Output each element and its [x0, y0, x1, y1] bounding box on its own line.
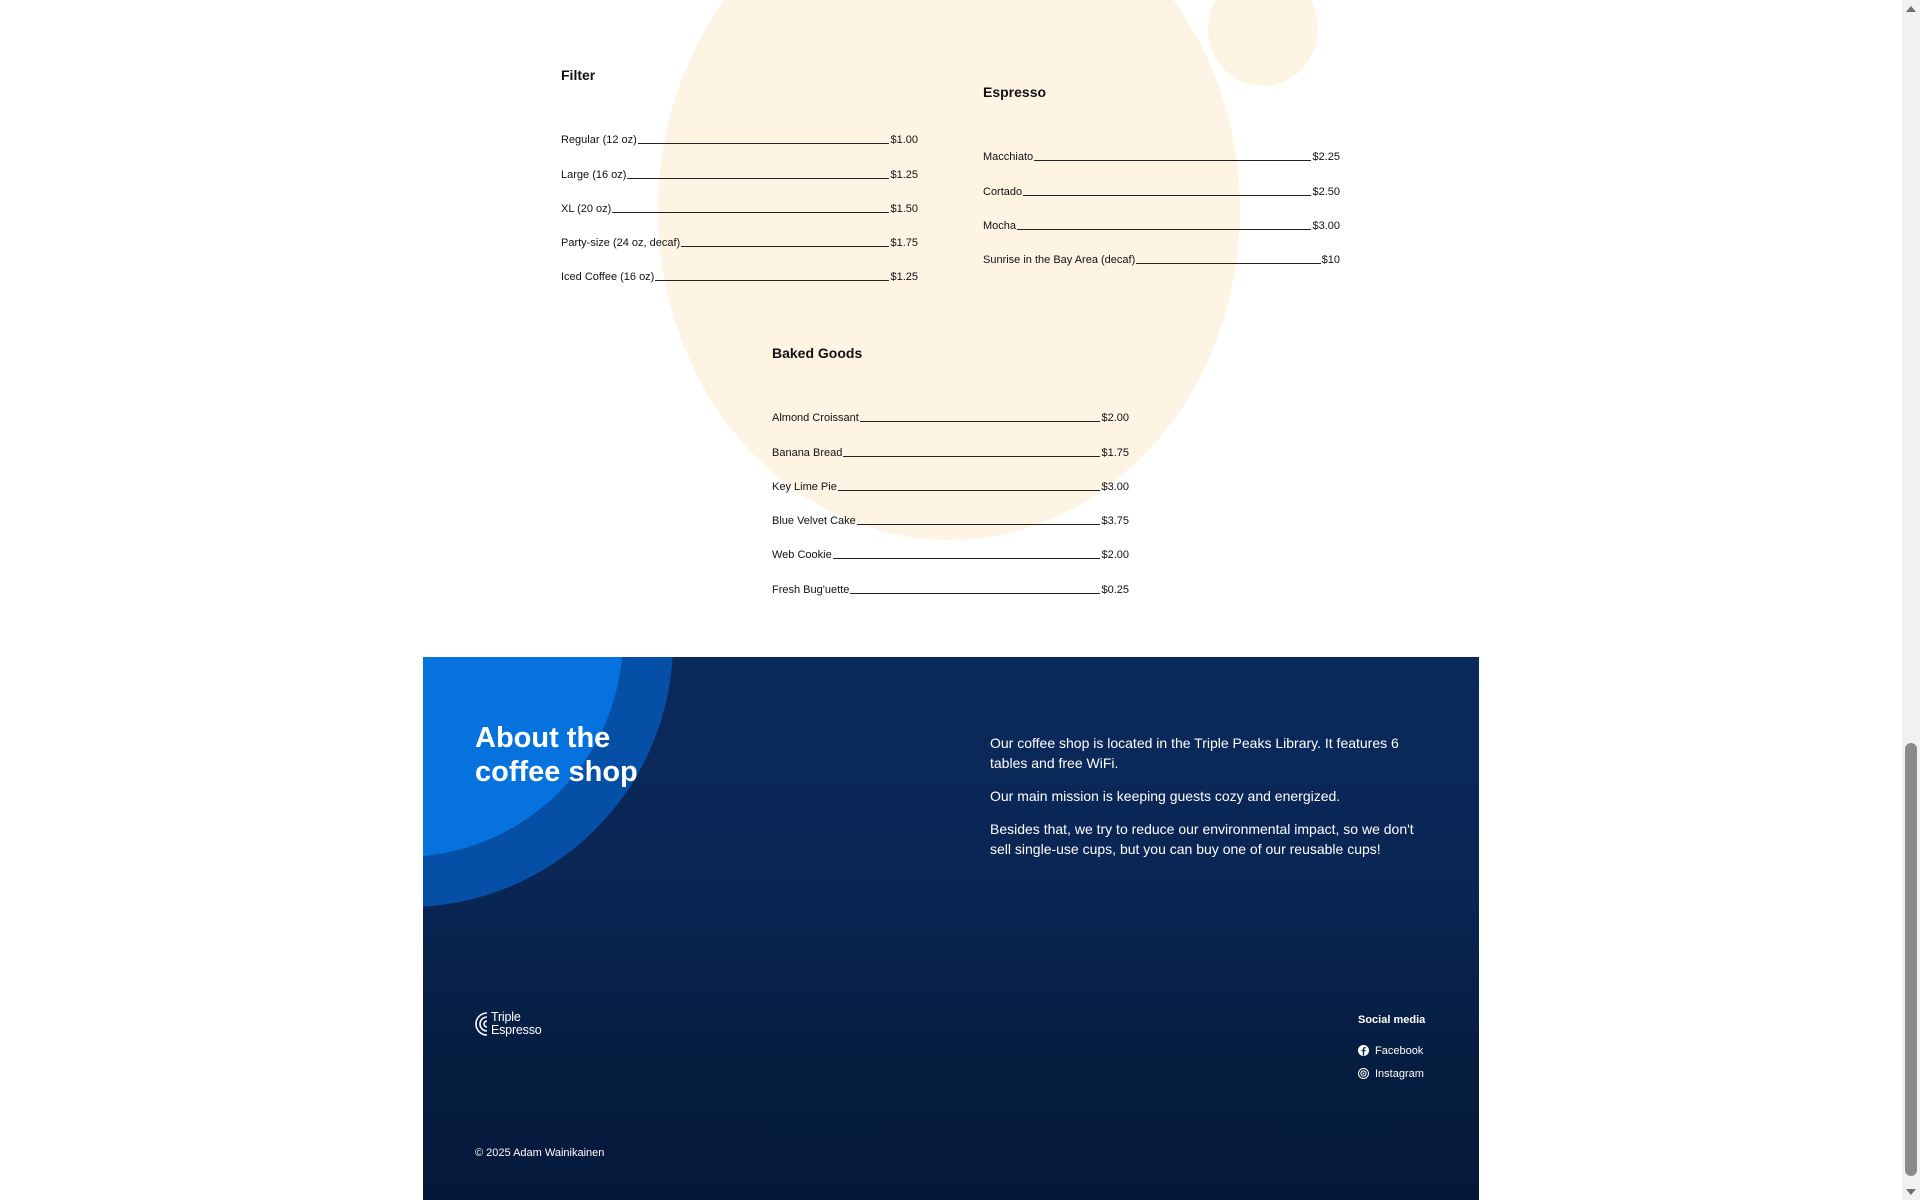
menu-item-price: $1.25: [890, 168, 918, 181]
brand-line: Espresso: [491, 1023, 542, 1037]
about-description: Our coffee shop is located in the Triple…: [990, 733, 1430, 872]
menu-item-name: Key Lime Pie: [772, 480, 837, 493]
menu-item-name: Almond Croissant: [772, 412, 859, 425]
facebook-link[interactable]: Facebook: [1358, 1039, 1458, 1062]
leader-line: [681, 246, 890, 248]
menu-item-name: Sunrise in the Bay Area (decaf): [983, 254, 1136, 267]
menu-item-name: Blue Velvet Cake: [772, 515, 856, 528]
menu-item: Sunrise in the Bay Area (decaf) $10: [983, 233, 1340, 267]
menu-item-price: $1.75: [890, 237, 918, 250]
menu-item: Regular (12 oz) $1.00: [561, 113, 918, 147]
menu-item-name: Party-size (24 oz, decaf): [561, 237, 681, 250]
menu-section-title: Baked Goods: [772, 345, 863, 361]
about-paragraph: Besides that, we try to reduce our envir…: [990, 821, 1414, 857]
leader-line: [856, 524, 1101, 526]
decorative-circle-small: [1208, 0, 1318, 86]
menu-item: Party-size (24 oz, decaf) $1.75: [561, 216, 918, 250]
vertical-scrollbar[interactable]: [1902, 0, 1920, 1200]
menu-item-price: $2.00: [1101, 412, 1129, 425]
menu-item-name: Web Cookie: [772, 549, 832, 562]
leader-line: [612, 211, 890, 213]
menu-item: Banana Bread $1.75: [772, 425, 1129, 459]
menu-item: Large (16 oz) $1.25: [561, 147, 918, 181]
social-list: Facebook Instagram: [1358, 1039, 1458, 1085]
social-link-label: Instagram: [1375, 1067, 1424, 1080]
menu-item-name: Large (16 oz): [561, 168, 627, 181]
about-paragraph: Our coffee shop is located in the Triple…: [990, 735, 1399, 771]
menu-section-filter: Filter Regular (12 oz) $1.00 Large (16 oz…: [561, 65, 918, 284]
leader-line: [1034, 160, 1312, 162]
instagram-link[interactable]: Instagram: [1358, 1062, 1458, 1085]
leader-line: [1023, 194, 1312, 196]
menu-item-name: Iced Coffee (16 oz): [561, 271, 655, 284]
menu-item-name: Macchiato: [983, 151, 1034, 164]
about-paragraph: Our main mission is keeping guests cozy …: [990, 788, 1341, 804]
leader-line: [859, 421, 1101, 423]
menu-item-price: $3.00: [1101, 480, 1129, 493]
menu-item: Web Cookie $2.00: [772, 528, 1129, 562]
about-title-line: About the: [475, 722, 611, 754]
menu-item: Iced Coffee (16 oz) $1.25: [561, 250, 918, 284]
about-section: About the coffee shop Our coffee shop is…: [423, 657, 1479, 1200]
menu-item-name: Cortado: [983, 185, 1023, 198]
menu-item-price: $3.00: [1312, 219, 1340, 232]
social-media: Social media Facebook Instagram: [1358, 1013, 1458, 1085]
scroll-up-arrow-icon[interactable]: [1902, 0, 1920, 17]
menu-list: Regular (12 oz) $1.00 Large (16 oz) $1.25 …: [561, 113, 918, 284]
menu-item-price: $0.25: [1101, 583, 1129, 596]
menu-item-price: $2.25: [1312, 151, 1340, 164]
leader-line: [637, 143, 890, 145]
menu-section-baked-goods: Baked Goods Almond Croissant $2.00 Banana…: [772, 343, 1129, 597]
menu-item-name: Mocha: [983, 219, 1017, 232]
about-title-line: coffee shop: [475, 756, 638, 788]
scroll-down-arrow-icon[interactable]: [1902, 1183, 1920, 1200]
menu-item-price: $1.25: [890, 271, 918, 284]
menu-list: Almond Croissant $2.00 Banana Bread $1.75 …: [772, 391, 1129, 597]
leader-line: [837, 489, 1101, 491]
social-media-title: Social media: [1358, 1014, 1426, 1026]
menu-item-price: $2.50: [1312, 185, 1340, 198]
menu-item-price: $10: [1321, 254, 1340, 267]
menu-item: Key Lime Pie $3.00: [772, 460, 1129, 494]
brand-wordmark: Triple Espresso: [491, 1011, 542, 1037]
brand-logo[interactable]: Triple Espresso: [475, 1011, 542, 1037]
leader-line: [843, 455, 1101, 457]
menu-item: Cortado $2.50: [983, 164, 1340, 198]
menu-item-price: $2.00: [1101, 549, 1129, 562]
leader-line: [1017, 228, 1312, 230]
leader-line: [1136, 263, 1321, 265]
instagram-icon: [1358, 1068, 1369, 1079]
page: Filter Regular (12 oz) $1.00 Large (16 oz…: [0, 0, 1902, 1200]
menu-item-name: Fresh Bug'uette: [772, 583, 850, 596]
social-link-label: Facebook: [1375, 1044, 1424, 1057]
menu-item: XL (20 oz) $1.50: [561, 182, 918, 216]
scrollbar-thumb[interactable]: [1905, 743, 1917, 1176]
facebook-icon: [1358, 1045, 1369, 1056]
copyright: © 2025 Adam Wainikainen: [475, 1147, 605, 1159]
menu-item: Mocha $3.00: [983, 199, 1340, 233]
menu-item-name: Banana Bread: [772, 446, 843, 459]
menu-item-price: $1.75: [1101, 446, 1129, 459]
menu-item-name: Regular (12 oz): [561, 134, 637, 147]
leader-line: [832, 558, 1101, 560]
menu-item-price: $3.75: [1101, 515, 1129, 528]
menu-section-title: Filter: [561, 67, 596, 83]
menu-section-title: Espresso: [983, 84, 1047, 100]
menu-item-price: $1.50: [890, 202, 918, 215]
brand-mark-icon: [475, 1012, 488, 1036]
leader-line: [655, 280, 890, 282]
leader-line: [850, 592, 1101, 594]
menu-item: Blue Velvet Cake $3.75: [772, 494, 1129, 528]
menu-item: Almond Croissant $2.00: [772, 391, 1129, 425]
menu-item: Macchiato $2.25: [983, 130, 1340, 164]
leader-line: [627, 177, 890, 179]
menu-list: Macchiato $2.25 Cortado $2.50 Mocha $3.00 S…: [983, 130, 1340, 267]
about-title: About the coffee shop: [475, 721, 715, 789]
menu-section-espresso: Espresso Macchiato $2.25 Cortado $2.50 Moc…: [983, 82, 1340, 267]
menu-item-price: $1.00: [890, 134, 918, 147]
menu-item-name: XL (20 oz): [561, 202, 612, 215]
menu-item: Fresh Bug'uette $0.25: [772, 562, 1129, 596]
